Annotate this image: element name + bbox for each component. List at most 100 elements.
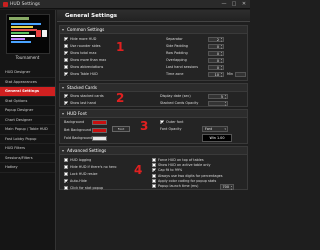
- stacked-checkbox[interactable]: Show last hand: [64, 101, 96, 105]
- checkbox-box[interactable]: [152, 168, 156, 173]
- common-checkbox[interactable]: Show abbreviations: [64, 65, 103, 69]
- sidebar-item-sessions-filters[interactable]: Sessions/Filters: [0, 154, 55, 163]
- common-checkbox[interactable]: Use rounder sides: [64, 44, 101, 48]
- checkbox-box[interactable]: [152, 173, 156, 178]
- page-title: General Settings: [57, 10, 250, 22]
- advanced-checkbox[interactable]: Popup launch time (ms): [152, 184, 198, 188]
- window-controls: — □ ✕: [220, 1, 248, 7]
- sidebar-item-main-popup-table-hud[interactable]: Main Popup / Table HUD: [0, 125, 55, 135]
- sidebar-item-fast-lobby-popup[interactable]: Fast Lobby Popup: [0, 135, 55, 144]
- checkbox-box[interactable]: [152, 178, 156, 183]
- checkbox-box[interactable]: [64, 158, 68, 162]
- checkbox-label: Show total max: [70, 51, 97, 55]
- checkbox-label: Outer font: [166, 120, 184, 124]
- number-input[interactable]: [208, 100, 228, 106]
- main-panel: General Settings ▾ Common Settings Hide …: [57, 10, 250, 250]
- advanced-checkbox[interactable]: Apply color coding for popup stats: [152, 178, 216, 183]
- hud-font-header[interactable]: ▾ HUD Font: [60, 110, 247, 118]
- color-swatch[interactable]: [92, 135, 107, 141]
- checkbox-box[interactable]: [64, 186, 68, 190]
- collapse-caret-icon[interactable]: ▾: [62, 84, 64, 92]
- font-button[interactable]: Font: [112, 126, 130, 132]
- advanced-checkbox[interactable]: Auto-Hide: [64, 179, 87, 183]
- field-label: Last hand sessions: [166, 65, 199, 69]
- number-input[interactable]: 0: [208, 50, 224, 56]
- sidebar-item-hotkey[interactable]: Hotkey: [0, 163, 55, 173]
- common-checkbox[interactable]: Show more than max: [64, 58, 106, 62]
- sidebar-item-hud-designer[interactable]: HUD Designer: [0, 68, 55, 78]
- font-opacity-dropdown[interactable]: Font: [202, 126, 228, 132]
- number-input[interactable]: 0: [208, 43, 224, 49]
- checkbox-box[interactable]: [64, 44, 68, 48]
- minimize-button[interactable]: —: [220, 1, 228, 7]
- number-input[interactable]: 2: [208, 36, 224, 42]
- checkbox-label: Popup launch time (ms): [158, 184, 199, 188]
- preview-line: [11, 32, 29, 34]
- advanced-checkbox[interactable]: Hide HUD if there's no hero: [64, 165, 116, 169]
- checkbox-box[interactable]: [64, 172, 68, 176]
- section-title: HUD Font: [67, 111, 87, 116]
- checkbox-box[interactable]: [64, 51, 68, 55]
- sidebar-item-stat-appearances[interactable]: Stat Appearances: [0, 78, 55, 87]
- number-input[interactable]: 10: [208, 71, 224, 77]
- field-label: Overlapping: [166, 58, 187, 62]
- field-label: Separator: [166, 37, 183, 41]
- text-input[interactable]: [235, 71, 246, 77]
- color-swatch[interactable]: [92, 127, 107, 133]
- common-checkbox[interactable]: Show total max: [64, 51, 96, 55]
- checkbox-label: Always use two digits for percentages: [158, 173, 223, 178]
- collapse-caret-icon[interactable]: ▾: [62, 147, 64, 155]
- color-swatch[interactable]: [92, 119, 107, 125]
- checkbox-box[interactable]: [64, 37, 68, 41]
- checkbox-box[interactable]: [152, 163, 156, 168]
- advanced-checkbox[interactable]: Cap fit to 99%: [152, 168, 182, 173]
- advanced-checkbox[interactable]: Lock HUD resize: [64, 172, 98, 176]
- step-badge: 4: [134, 163, 143, 177]
- preview-line: [11, 23, 41, 25]
- checkbox-box[interactable]: [64, 179, 68, 183]
- stacked-checkbox[interactable]: Show stacked cards: [64, 94, 104, 98]
- preview-line: [11, 35, 35, 37]
- title-bar: HUD Settings — □ ✕: [0, 0, 250, 9]
- field-label: Row Padding: [166, 51, 188, 55]
- section-title: Advanced Settings: [67, 148, 107, 153]
- popup-launch-time-input[interactable]: 700: [220, 184, 234, 190]
- checkbox-box[interactable]: [64, 101, 68, 105]
- common-settings-header[interactable]: ▾ Common Settings: [60, 26, 247, 34]
- advanced-settings-header[interactable]: ▾ Advanced Settings: [60, 147, 247, 155]
- checkbox-box[interactable]: [152, 158, 156, 162]
- checkbox-box[interactable]: [64, 65, 68, 69]
- preview-line: [11, 26, 33, 28]
- advanced-checkbox[interactable]: Force HUD on top of tables: [152, 158, 204, 162]
- number-input[interactable]: 0: [208, 57, 224, 63]
- close-button[interactable]: ✕: [240, 1, 248, 7]
- advanced-checkbox[interactable]: Show HUD on active table only: [152, 163, 210, 168]
- section-title: Common Settings: [67, 27, 105, 32]
- checkbox-box[interactable]: [64, 165, 68, 169]
- common-checkbox[interactable]: Hide more HUD: [64, 37, 96, 41]
- maximize-button[interactable]: □: [230, 1, 238, 7]
- collapse-caret-icon[interactable]: ▾: [62, 110, 64, 118]
- preview-line: [11, 38, 25, 40]
- sidebar-item-chart-designer[interactable]: Chart Designer: [0, 116, 55, 125]
- collapse-caret-icon[interactable]: ▾: [62, 26, 64, 34]
- font-preview: Win 1.00: [202, 134, 232, 142]
- number-input[interactable]: 5: [208, 93, 228, 99]
- checkbox-box[interactable]: [64, 58, 68, 62]
- common-checkbox[interactable]: Show Table HUD: [64, 72, 98, 76]
- advanced-checkbox[interactable]: HUD logging: [64, 158, 91, 162]
- stacked-cards-header[interactable]: ▾ Stacked Cards: [60, 84, 247, 92]
- outer-font-checkbox[interactable]: Outer font: [160, 120, 183, 124]
- sidebar-item-hud-filters[interactable]: HUD Filters: [0, 144, 55, 154]
- checkbox-box[interactable]: [160, 120, 164, 124]
- sidebar-item-general-settings[interactable]: General Settings: [0, 87, 55, 97]
- sidebar-item-popup-designer[interactable]: Popup Designer: [0, 106, 55, 116]
- number-input[interactable]: 0: [208, 64, 224, 70]
- sidebar-item-stat-options[interactable]: Stat Options: [0, 97, 55, 106]
- hud-preview: [6, 14, 50, 54]
- checkbox-box[interactable]: [152, 184, 156, 188]
- advanced-checkbox[interactable]: Click for stat popup: [64, 186, 103, 190]
- checkbox-box[interactable]: [64, 94, 68, 98]
- checkbox-box[interactable]: [64, 72, 68, 76]
- advanced-checkbox[interactable]: Always use two digits for percentages: [152, 173, 223, 178]
